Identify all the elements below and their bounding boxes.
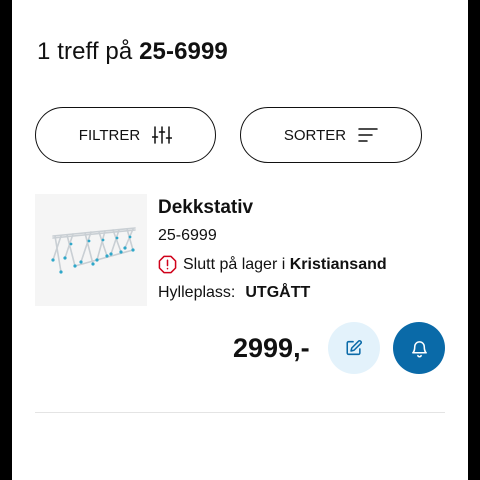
results-count: 1 treff på [37, 38, 133, 65]
filter-label: FILTRER [78, 126, 141, 144]
tire-rack-image [51, 227, 136, 274]
product-name[interactable]: Dekkstativ [158, 197, 253, 219]
alert-octagon-icon [158, 255, 177, 274]
sort-button[interactable]: SORTER [240, 107, 422, 163]
results-query: 25-6999 [139, 38, 228, 65]
sliders-icon [152, 126, 173, 144]
stock-status: Slutt på lager i Kristiansand [158, 255, 387, 274]
notify-button[interactable] [393, 322, 445, 374]
results-heading: 1 treff på 25-6999 [37, 38, 228, 66]
sort-lines-icon [358, 128, 378, 142]
product-image[interactable] [35, 194, 147, 306]
shelf-value: UTGÅTT [245, 284, 311, 301]
stock-location: Kristiansand [289, 255, 387, 273]
stock-prefix: Slutt på lager i [183, 255, 286, 273]
product-number: 25-6999 [158, 227, 217, 244]
product-price: 2999,- [233, 333, 310, 363]
pencil-square-icon [346, 340, 362, 356]
bell-icon [411, 340, 427, 357]
list-divider [35, 412, 445, 413]
shelf-label: Hylleplass: [158, 284, 236, 301]
search-results-page: 1 treff på 25-6999 FILTRER SORTER Dekkst… [12, 0, 468, 480]
filter-button[interactable]: FILTRER [35, 107, 216, 163]
shelf-location: Hylleplass: UTGÅTT [158, 284, 310, 302]
sort-label: SORTER [283, 126, 347, 144]
edit-button[interactable] [328, 322, 380, 374]
